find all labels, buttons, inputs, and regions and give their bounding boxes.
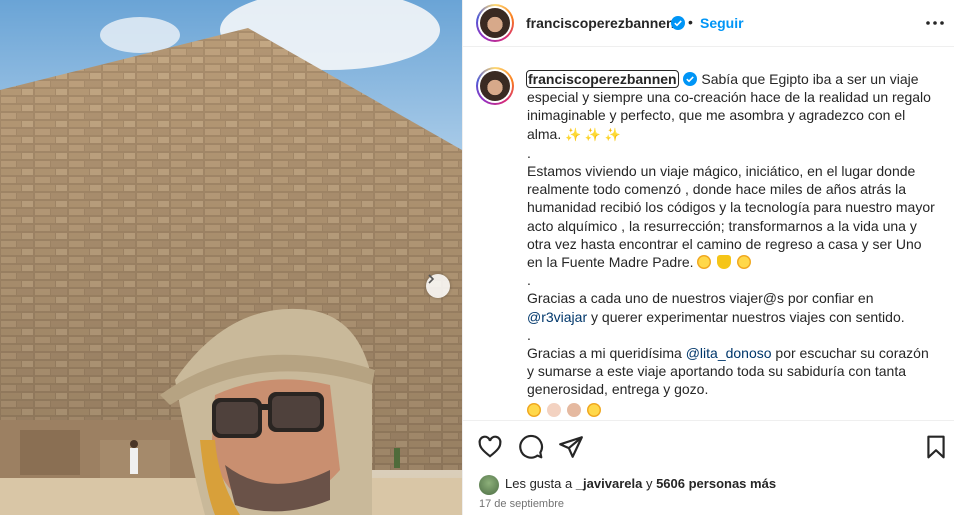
post-caption: franciscoperezbannen Sabía que Egipto ib… [526,70,937,419]
caption-paragraph-3: Gracias a cada uno de nuestros viajer@s … [527,289,937,325]
follow-button[interactable]: Seguir [700,15,744,31]
liker-avatar[interactable] [479,475,499,495]
verified-badge-icon [682,72,697,86]
verified-badge-icon [671,16,685,30]
liker-username[interactable]: _javivarela [576,476,643,491]
caption-separator-3: . [527,326,531,343]
caption-paragraph-3-text-end: y querer experimentar nuestros viajes co… [587,308,905,325]
caption-username[interactable]: franciscoperezbannen [526,70,679,88]
bookmark-icon[interactable] [923,434,949,460]
pyramid-selfie-image [0,0,462,515]
sun-emoji-icon [737,255,752,270]
sun-emoji-icon [527,402,541,417]
likes-prefix: Les gusta a [505,476,576,491]
post-header: franciscoperezbannen • Seguir [463,0,954,47]
caption-separator-2: . [527,272,531,289]
comment-icon[interactable] [518,434,544,460]
caption-paragraph-2-text: Estamos viviendo un viaje mágico, iniciá… [527,163,935,271]
caption-paragraph-4-text: Gracias a mi queridísima [527,345,686,362]
author-avatar[interactable] [476,4,514,42]
mention-lita-donoso[interactable]: @lita_donoso [686,345,772,361]
author-username[interactable]: franciscoperezbannen [526,15,675,31]
more-horizontal-icon[interactable] [924,14,946,32]
post-date[interactable]: 17 de septiembre [479,498,564,510]
caption-paragraph-2: Estamos viviendo un viaje mágico, iniciá… [527,162,937,271]
post-photo[interactable] [0,0,462,515]
mention-r3viajar[interactable]: @r3viajar [527,309,587,325]
heart-icon[interactable] [477,434,503,460]
post-actions-bar [463,420,954,471]
separator-dot: • [688,14,693,30]
person-meditating-emoji-icon [567,402,581,417]
likes-middle: y [642,476,657,491]
sun-emoji-icon [697,255,712,270]
send-icon[interactable] [558,434,584,460]
chevron-right-icon [428,274,435,284]
caption-author-avatar[interactable] [476,67,514,105]
sparkles-emoji: ✨ ✨ ✨ [565,126,621,142]
caption-separator-1: . [527,144,531,161]
caption-paragraph-4: Gracias a mi queridísima @lita_donoso po… [527,344,937,399]
likes-count[interactable]: 5606 personas más [656,476,776,491]
yellow-heart-emoji-icon [717,255,732,270]
praying-hands-emoji-icon [547,402,561,417]
carousel-next-button[interactable] [426,274,450,298]
caption-paragraph-3-text: Gracias a cada uno de nuestros viajer@s … [527,290,874,307]
caption-emoji-row [527,401,937,419]
post-details-panel: franciscoperezbannen • Seguir franciscop… [462,0,954,515]
likes-summary: Les gusta a _javivarela y 5606 personas … [505,476,776,491]
sun-emoji-icon [587,402,601,417]
